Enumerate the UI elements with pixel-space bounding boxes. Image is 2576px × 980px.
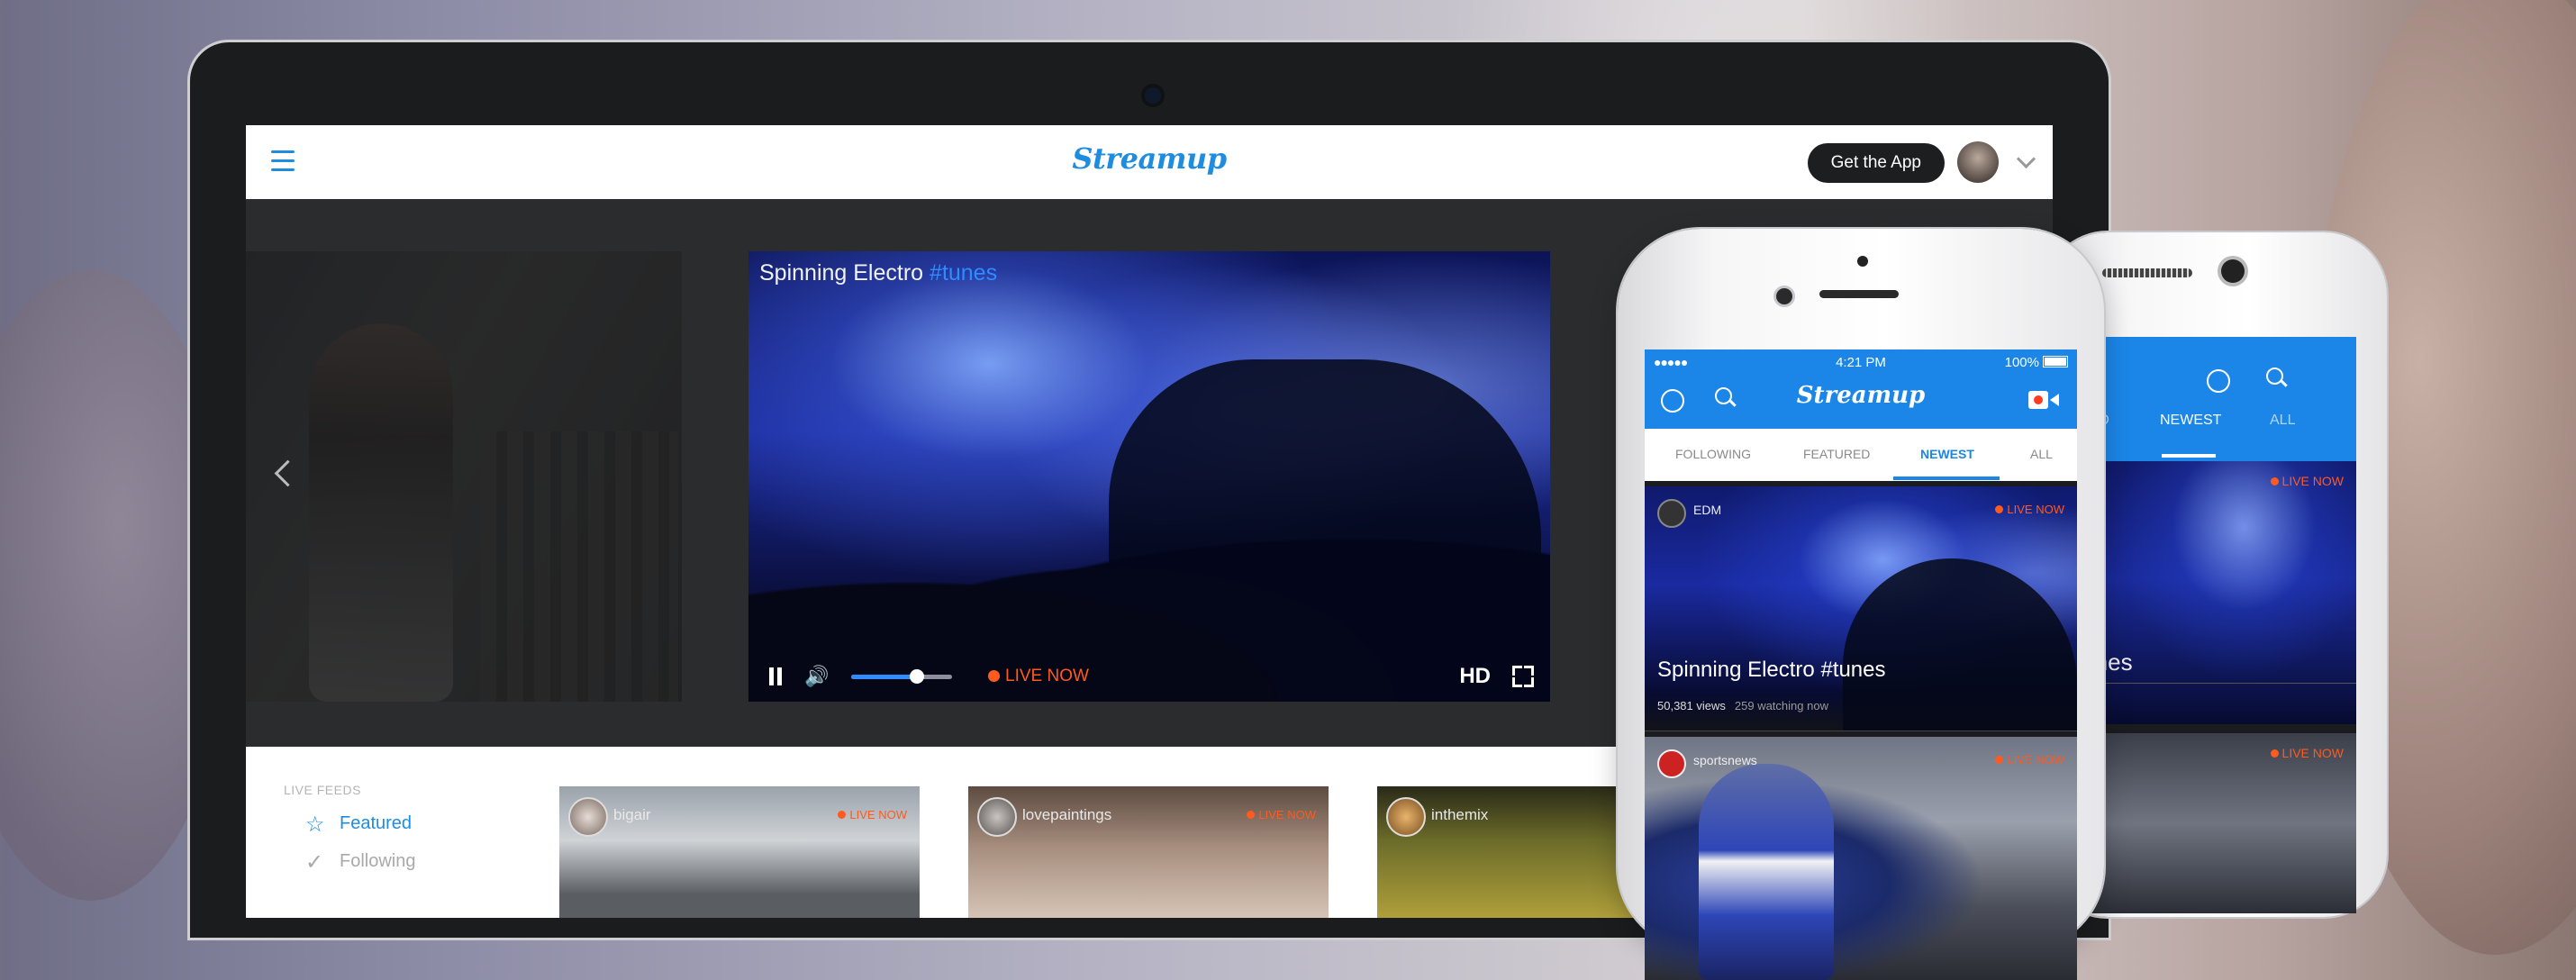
hd-toggle[interactable]: HD: [1459, 664, 1491, 689]
volume-slider-fill: [851, 675, 917, 679]
thumbnail-username: lovepaintings: [1022, 806, 1112, 823]
phone-mockup-front: ●●●●● 4:21 PM 100% Streamup FOLLOWING FE…: [1618, 229, 2104, 980]
stream-card[interactable]: EDM LIVE NOW Spinning Electro #tunes 50,…: [1645, 486, 2077, 731]
phone-camera: [2221, 259, 2245, 283]
stream-username[interactable]: sportsnews: [1693, 753, 1757, 767]
phone-tabs: FOLLOWING FEATURED NEWEST ALL: [1645, 429, 2077, 481]
stream-title-text: Spinning Electro: [759, 260, 924, 286]
check-icon: ✓: [305, 850, 324, 875]
live-now-badge: LIVE NOW: [1995, 753, 2064, 767]
live-dot-icon: [988, 670, 1000, 682]
stream-image: [1699, 764, 1834, 980]
thumbnail-username: inthemix: [1431, 806, 1489, 823]
active-tab-underline: [1893, 476, 2000, 480]
stream-stats: 50,381 views 259 watching now: [1657, 699, 1828, 712]
active-tab-underline: [2162, 454, 2216, 458]
video-player[interactable]: Spinning Electro #tunes 🔊 LIVE NOW HD: [748, 251, 1550, 702]
phone-sensor: [1857, 256, 1868, 267]
battery-icon: [2043, 356, 2068, 368]
avatar: [1386, 797, 1426, 837]
stream-title: Spinning Electro #tunes: [759, 260, 997, 286]
pause-icon[interactable]: [768, 667, 783, 685]
avatar: [977, 797, 1017, 837]
get-the-app-button[interactable]: Get the App: [1807, 143, 1945, 183]
phone-screen: RED NEWEST ALL LIVE NOW tunes LIVE NOW: [2075, 337, 2356, 913]
avatar: [1657, 499, 1686, 528]
record-video-icon[interactable]: [2028, 391, 2059, 409]
user-avatar[interactable]: [1957, 141, 1999, 183]
star-icon: ☆: [305, 812, 325, 837]
stream-username[interactable]: EDM: [1693, 503, 1721, 517]
stream-card[interactable]: LIVE NOW tunes: [2075, 461, 2356, 724]
user-icon[interactable]: [2207, 369, 2230, 393]
phone-speaker: [1819, 290, 1899, 298]
tab-featured[interactable]: FEATURED: [1803, 447, 1870, 461]
stream-card[interactable]: sportsnews LIVE NOW: [1645, 737, 2077, 980]
brand-logo: Streamup: [1796, 382, 1926, 409]
phone-camera: [1776, 288, 1792, 304]
phone-header: RED NEWEST ALL: [2075, 337, 2356, 461]
stream-hashtag[interactable]: #tunes: [930, 260, 997, 286]
previous-stream-card[interactable]: [246, 251, 682, 702]
phone-speaker: [2102, 268, 2192, 277]
tab-newest[interactable]: NEWEST: [2160, 413, 2221, 429]
player-controls: 🔊 LIVE NOW HD: [748, 651, 1550, 702]
thumbnail-username: bigair: [613, 806, 651, 823]
watching-count: 259 watching now: [1734, 699, 1828, 712]
tab-all[interactable]: ALL: [2270, 413, 2295, 429]
avatar: [1657, 749, 1686, 778]
fullscreen-icon[interactable]: [1512, 666, 1534, 687]
live-now-badge: LIVE NOW: [838, 808, 907, 821]
brand-logo[interactable]: Streamup: [246, 141, 2053, 176]
status-bar: ●●●●● 4:21 PM 100%: [1645, 349, 2077, 375]
phone-header: ●●●●● 4:21 PM 100% Streamup: [1645, 349, 2077, 429]
search-icon[interactable]: [2266, 368, 2288, 387]
laptop-camera: [1145, 87, 1161, 104]
tab-all[interactable]: ALL: [2030, 447, 2053, 461]
phone-screen: ●●●●● 4:21 PM 100% Streamup FOLLOWING FE…: [1645, 349, 2077, 980]
avatar: [568, 797, 608, 837]
volume-slider-knob[interactable]: [909, 669, 924, 684]
live-feeds-title: LIVE FEEDS: [284, 783, 361, 797]
live-now-badge: LIVE NOW: [988, 667, 1089, 686]
volume-icon[interactable]: 🔊: [804, 665, 829, 688]
live-now-badge: LIVE NOW: [1247, 808, 1316, 821]
top-navbar: Streamup Get the App: [246, 125, 2053, 199]
live-now-badge: LIVE NOW: [1995, 503, 2064, 516]
tab-newest[interactable]: NEWEST: [1920, 447, 1974, 461]
stream-thumbnail[interactable]: lovepaintings LIVE NOW: [968, 786, 1329, 918]
live-now-badge: LIVE NOW: [2270, 746, 2344, 760]
stream-card[interactable]: LIVE NOW: [2075, 733, 2356, 913]
stream-thumbnail[interactable]: bigair LIVE NOW: [559, 786, 920, 918]
live-now-badge: LIVE NOW: [2270, 474, 2344, 488]
battery-status: 100%: [2005, 355, 2068, 370]
stream-title: Spinning Electro #tunes: [1657, 658, 1886, 682]
tab-following[interactable]: FOLLOWING: [1675, 447, 1751, 461]
view-count: 50,381 views: [1657, 699, 1726, 712]
volume-slider[interactable]: [851, 669, 952, 684]
